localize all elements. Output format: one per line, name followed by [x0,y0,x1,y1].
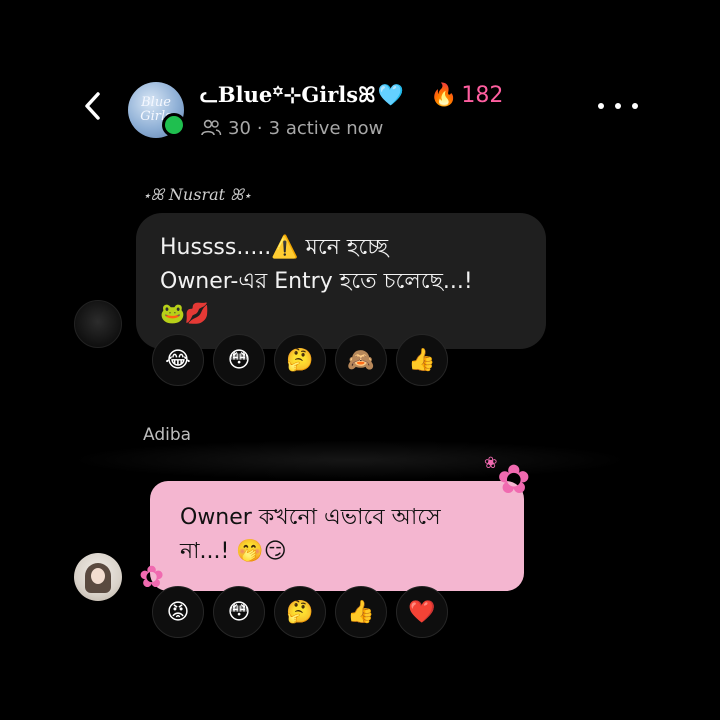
reaction-bar: 😡 😳 🤔 👍 ❤️ [152,586,448,638]
member-count: 30 [228,117,251,139]
active-status: 3 active now [268,117,384,139]
reaction-see-no-evil[interactable]: 🙈 [335,334,387,386]
group-meta: 30 · 3 active now [200,115,383,141]
streak-count: 182 [461,82,504,108]
avatar-face [91,568,105,584]
fire-icon: 🔥 [430,82,458,108]
more-dot-icon [598,103,604,109]
heart-icon: 🩵 [377,82,404,107]
reaction-angry[interactable]: 😡 [152,586,204,638]
online-status-dot [162,113,186,137]
more-dot-icon [615,103,621,109]
sender-avatar[interactable] [74,300,122,348]
sender-name: Adiba [143,425,192,445]
reaction-flushed[interactable]: 😳 [213,334,265,386]
back-button[interactable] [78,86,106,126]
reaction-thinking[interactable]: 🤔 [274,334,326,386]
reaction-thinking[interactable]: 🤔 [274,586,326,638]
reaction-flushed[interactable]: 😳 [213,586,265,638]
message-emojis: 🐸💋 [160,301,210,325]
message-bubble[interactable]: Hussss.....⚠️ মনে হচ্ছে Owner-এর Entry হ… [136,213,546,349]
message-line: Owner কখনো এভাবে আসে [180,505,441,530]
meta-separator: · [256,117,263,139]
reaction-bar: 😂 😳 🤔 🙈 👍 [152,334,448,386]
chevron-left-icon [85,92,100,120]
sender-avatar[interactable] [74,553,122,601]
message-line: না...! 🤭😏 [180,539,287,564]
sender-name: ⋆ꕤ Nusrat ꕤ⋆ [143,185,252,204]
reaction-laughing[interactable]: 😂 [152,334,204,386]
flower-icon: ✿ [497,457,531,503]
streak-badge: 🔥 182 [430,79,503,111]
reaction-thumbs-up[interactable]: 👍 [335,586,387,638]
reaction-thumbs-up[interactable]: 👍 [396,334,448,386]
message-line: Owner-এর Entry হতে চলেছে...! [160,269,473,294]
message-line: Hussss.....⚠️ মনে হচ্ছে [160,235,389,260]
message-bubble[interactable]: Owner কখনো এভাবে আসে না...! 🤭😏 [150,481,524,591]
reaction-heart[interactable]: ❤️ [396,586,448,638]
members-icon [201,119,222,136]
more-options-button[interactable] [598,96,638,116]
group-title[interactable]: ᓚBlue꙳⊹Girlsꕤ 🩵 [200,79,404,111]
group-name-text: ᓚBlue꙳⊹Girlsꕤ [200,82,376,107]
more-dot-icon [632,103,638,109]
flower-small-icon: ❀ [484,453,498,472]
